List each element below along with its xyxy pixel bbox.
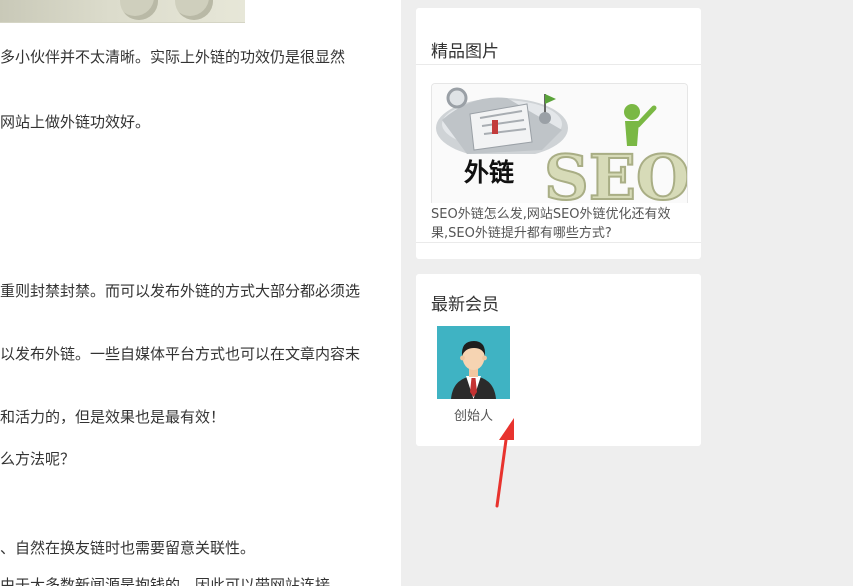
article-text-line: 重则封禁封禁。而可以发布外链的方式大部分都必须选 [0,282,361,300]
featured-image-caption-link[interactable]: SEO外链怎么发,网站SEO外链优化还有效果,SEO外链提升都有哪些方式? [431,205,691,243]
svg-text:外链: 外链 [464,158,514,187]
avatar [437,326,510,399]
divider [416,64,701,65]
article-text-line: 网站上做外链功效好。 [0,113,151,131]
widget-title: 最新会员 [431,295,499,315]
article-hero-image [0,0,245,23]
article-text-line: 由于大多数新闻源是抱钱的，因此可以带网站连接 [0,576,331,586]
article-text-line: 么方法呢？ [0,450,76,468]
article-text-line: 以发布外链。一些自媒体平台方式也可以在文章内容末 [0,345,361,363]
widget-title: 精品图片 [431,42,499,62]
article-text-line: 和活力的，但是效果也是最有效！ [0,408,226,426]
article-text-line: 多小伙伴并不太清晰。实际上外链的功效仍是很显然 [0,48,346,66]
avatar-businessman-icon [437,326,510,399]
seo-link-illustration: 外链 SEO [432,84,687,203]
svg-text:SEO: SEO [544,141,687,203]
divider [416,242,701,243]
sidebar: 精品图片 外链 SEO SEO外链怎么发,网站SEO外链优化还有效果,SEO外链… [401,0,853,586]
featured-images-widget: 精品图片 外链 SEO SEO外链怎么发,网站SEO外链优化还有效果,SEO外链… [416,8,701,259]
article-content: 多小伙伴并不太清晰。实际上外链的功效仍是很显然 网站上做外链功效好。 重则封禁封… [0,0,401,586]
annotation-arrow-icon [495,418,514,508]
latest-members-widget: 最新会员 创始人 [416,274,701,446]
featured-image-thumbnail[interactable]: 外链 SEO [431,83,688,203]
article-text-line: 、自然在换友链时也需要留意关联性。 [0,539,256,557]
